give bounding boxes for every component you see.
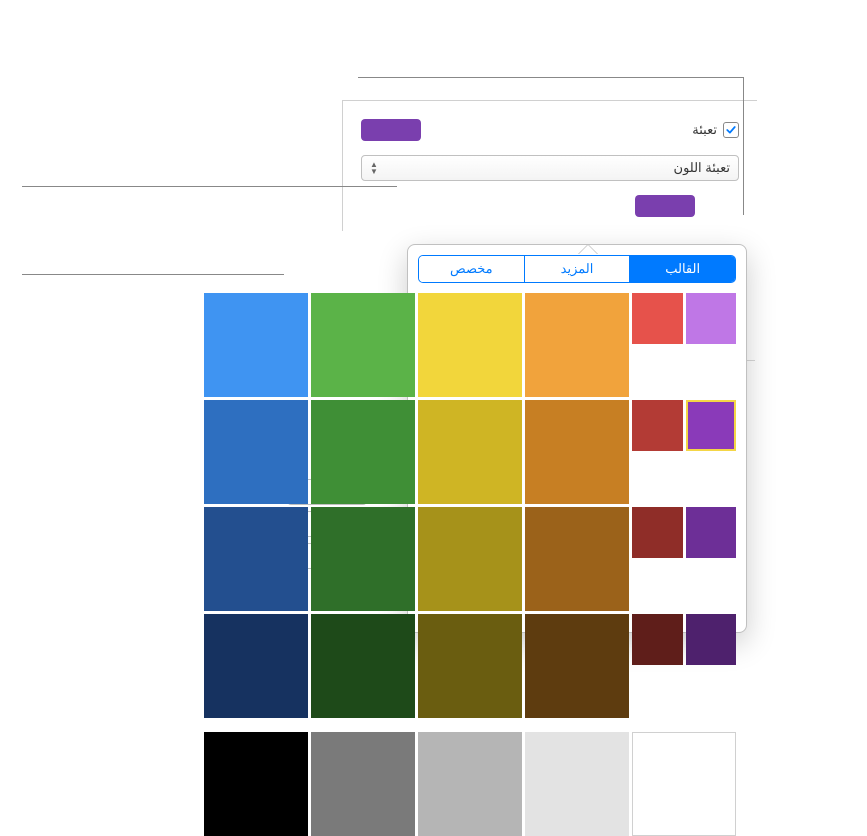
color-swatch[interactable] xyxy=(686,400,737,451)
color-swatch[interactable] xyxy=(632,293,683,344)
tab-template[interactable]: القالب xyxy=(630,256,735,282)
color-swatch[interactable] xyxy=(525,400,629,504)
color-swatch[interactable] xyxy=(418,507,522,611)
color-grid xyxy=(418,293,736,622)
fill-checkbox[interactable] xyxy=(723,122,739,138)
color-swatch[interactable] xyxy=(418,293,522,397)
color-swatch[interactable] xyxy=(632,732,736,836)
color-swatch[interactable] xyxy=(204,732,308,836)
tab-more[interactable]: المزيد xyxy=(525,256,631,282)
color-swatch[interactable] xyxy=(525,507,629,611)
popover-tabs: القالب المزيد مخصص xyxy=(418,255,736,283)
tab-custom[interactable]: مخصص xyxy=(419,256,525,282)
color-popover: القالب المزيد مخصص xyxy=(407,244,747,633)
inspector-panel: تعبئة تعبئة اللون ▲▼ xyxy=(342,100,757,231)
chevron-updown-icon: ▲▼ xyxy=(370,161,378,175)
color-swatch[interactable] xyxy=(311,614,415,718)
color-well[interactable] xyxy=(635,195,695,217)
color-swatch[interactable] xyxy=(204,293,308,397)
color-swatch[interactable] xyxy=(204,507,308,611)
color-swatch[interactable] xyxy=(418,400,522,504)
fill-type-value: تعبئة اللون xyxy=(674,160,730,176)
color-swatch[interactable] xyxy=(525,732,629,836)
fill-swatch[interactable] xyxy=(361,119,421,141)
color-swatch[interactable] xyxy=(311,507,415,611)
fill-label: تعبئة xyxy=(692,122,717,138)
color-swatch[interactable] xyxy=(686,507,737,558)
color-swatch[interactable] xyxy=(418,614,522,718)
color-swatch[interactable] xyxy=(686,614,737,665)
fill-checkbox-group[interactable]: تعبئة xyxy=(692,122,739,138)
color-swatch[interactable] xyxy=(525,614,629,718)
checkmark-icon xyxy=(725,124,737,136)
color-swatch[interactable] xyxy=(632,614,683,665)
color-swatch[interactable] xyxy=(311,293,415,397)
color-swatch[interactable] xyxy=(525,293,629,397)
color-swatch[interactable] xyxy=(632,400,683,451)
color-swatch[interactable] xyxy=(204,614,308,718)
color-swatch[interactable] xyxy=(418,732,522,836)
color-swatch[interactable] xyxy=(686,293,737,344)
fill-type-select[interactable]: تعبئة اللون ▲▼ xyxy=(361,155,739,181)
color-swatch[interactable] xyxy=(311,400,415,504)
color-swatch[interactable] xyxy=(632,507,683,558)
color-swatch[interactable] xyxy=(311,732,415,836)
color-swatch[interactable] xyxy=(204,400,308,504)
